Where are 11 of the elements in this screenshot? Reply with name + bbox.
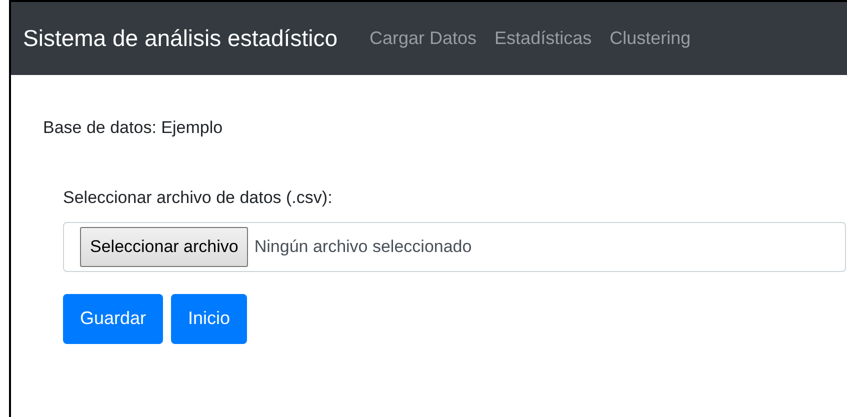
- action-button[interactable]: Inicio: [171, 294, 248, 344]
- choose-file-button[interactable]: Seleccionar archivo: [80, 226, 248, 266]
- action-button[interactable]: Guardar: [63, 294, 164, 344]
- file-input[interactable]: Seleccionar archivo Ningún archivo seleccionado: [63, 222, 846, 272]
- nav-link[interactable]: Clustering: [610, 25, 691, 52]
- nav-link[interactable]: Cargar Datos: [370, 25, 477, 52]
- app-title: Sistema de análisis estadístico: [23, 24, 338, 54]
- file-status: Ningún archivo seleccionado: [254, 236, 472, 258]
- nav-link[interactable]: Estadísticas: [494, 25, 592, 52]
- field-label: Seleccionar archivo de datos (.csv):: [63, 186, 334, 208]
- database-label: Base de datos: Ejemplo: [43, 117, 224, 139]
